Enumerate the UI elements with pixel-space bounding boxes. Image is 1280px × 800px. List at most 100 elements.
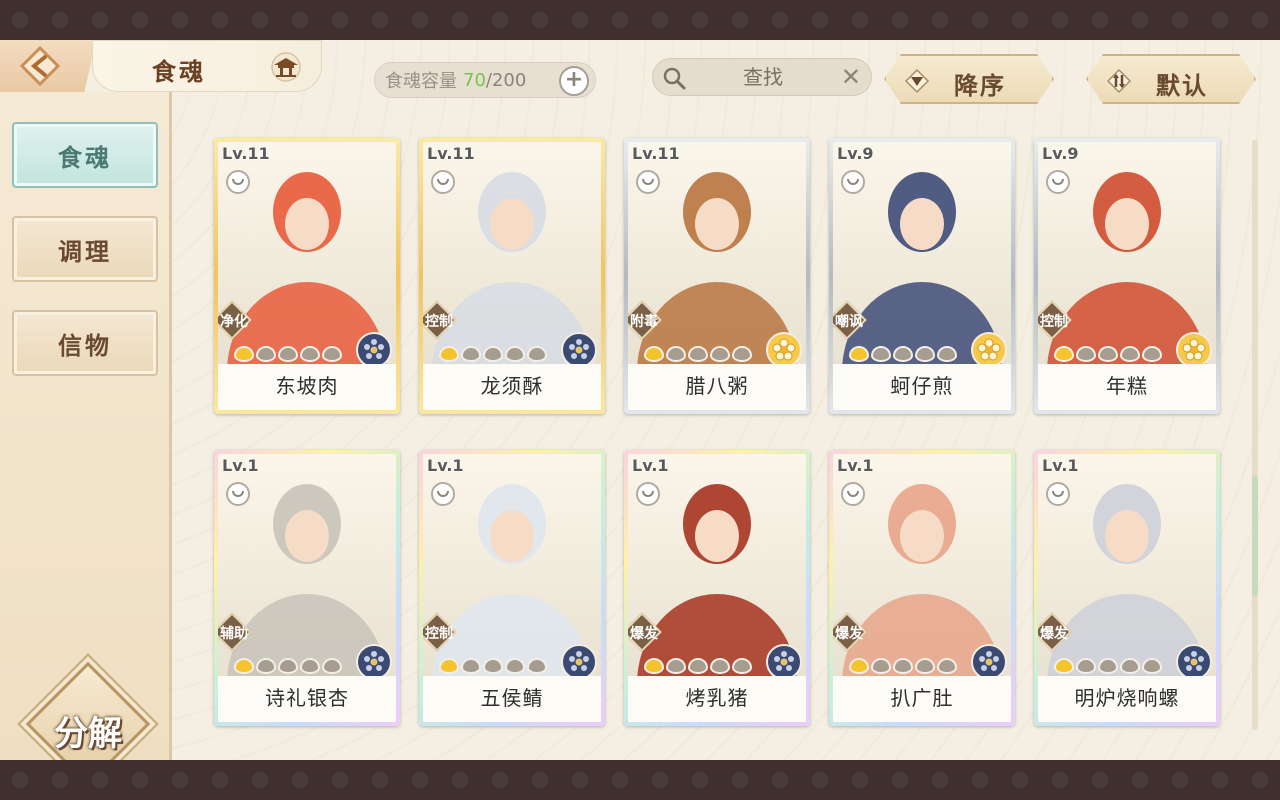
capacity-max: 200 [491,69,527,91]
star-rating [234,658,342,674]
role-badge: 控制 [423,612,457,652]
star-icon [871,346,891,362]
star-icon [710,658,730,674]
star-icon [483,346,503,362]
star-icon [688,658,708,674]
role-label: 控制 [425,626,453,642]
role-label: 嘲讽 [835,314,863,330]
card-frame: Lv.1 控制五侯鲭 [423,454,601,722]
card-frame: Lv.1 辅助 诗礼银杏 [218,454,396,722]
card-frame: Lv.11 控制 龙须酥 [423,142,601,410]
star-icon [1076,658,1096,674]
role-label: 附毒 [630,314,658,330]
card-name: 东坡肉 [218,364,396,410]
card-frame: Lv.9 控制 年糕 [1038,142,1216,410]
food-soul-card[interactable]: Lv.1 控制五侯鲭 [419,450,605,726]
flower-emblem-icon [1176,644,1212,680]
star-rating [849,346,957,362]
food-soul-card[interactable]: Lv.1 爆发 扒广肚 [829,450,1015,726]
role-label: 辅助 [220,626,248,642]
bowl-icon [226,482,250,506]
star-icon [439,658,459,674]
scrollbar[interactable] [1252,140,1258,730]
star-rating [439,346,547,362]
search-icon [663,67,686,90]
header: 食魂 食魂容量 70 / 200 + ✕ [0,40,1280,104]
flower-emblem-icon [971,644,1007,680]
star-icon [1098,346,1118,362]
food-soul-card[interactable]: Lv.11 控制 龙须酥 [419,138,605,414]
role-badge: 爆发 [628,612,662,652]
food-soul-card[interactable]: Lv.9 嘲讽 蚵仔煎 [829,138,1015,414]
star-icon [1142,346,1162,362]
back-button[interactable] [0,40,96,92]
bottom-border [0,760,1280,800]
bowl-icon [841,482,865,506]
card-frame: Lv.1 爆发 扒广肚 [833,454,1011,722]
food-soul-card[interactable]: Lv.1 辅助 诗礼银杏 [214,450,400,726]
search-box[interactable]: ✕ [652,58,872,96]
star-icon [527,658,547,674]
bowl-icon [841,170,865,194]
star-icon [278,346,298,362]
role-label: 控制 [1040,314,1068,330]
food-soul-card[interactable]: Lv.11 净化 东坡肉 [214,138,400,414]
flower-emblem-icon [561,644,597,680]
card-frame: Lv.9 嘲讽 蚵仔煎 [833,142,1011,410]
star-icon [915,346,935,362]
decompose-label: 分解 [54,714,122,754]
flower-emblem-icon [971,332,1007,368]
role-label: 净化 [220,314,248,330]
card-name: 诗礼银杏 [218,676,396,722]
star-icon [1054,658,1074,674]
tab-token[interactable]: 信物 [12,310,158,376]
card-name: 腊八粥 [628,364,806,410]
star-icon [256,346,276,362]
card-level: Lv.9 [1042,144,1079,163]
card-level: Lv.1 [427,456,464,475]
star-icon [1142,658,1162,674]
capacity-label: 食魂容量 [385,71,457,92]
flower-emblem-icon [356,332,392,368]
expand-capacity-button[interactable]: + [559,66,589,96]
star-icon [256,658,276,674]
card-name: 五侯鲭 [423,676,601,722]
search-input[interactable] [693,59,833,95]
star-icon [1120,346,1140,362]
card-name: 蚵仔煎 [833,364,1011,410]
star-rating [234,346,342,362]
star-icon [937,346,957,362]
card-frame: Lv.1 爆发 烤乳猪 [628,454,806,722]
food-soul-card[interactable]: Lv.1 爆发 明炉烧响螺 [1034,450,1220,726]
star-icon [688,346,708,362]
tab-conditioning[interactable]: 调理 [12,216,158,282]
scrollbar-thumb[interactable] [1252,476,1258,596]
food-soul-card[interactable]: Lv.9 控制 年糕 [1034,138,1220,414]
star-icon [461,658,481,674]
star-icon [666,346,686,362]
clear-search-icon[interactable]: ✕ [841,65,861,89]
role-badge: 控制 [423,300,457,340]
star-icon [915,658,935,674]
bowl-icon [636,482,660,506]
star-icon [234,658,254,674]
food-soul-card[interactable]: Lv.11 附毒 腊八粥 [624,138,810,414]
star-rating [644,346,752,362]
star-icon [234,346,254,362]
star-icon [300,658,320,674]
star-icon [732,658,752,674]
food-soul-card[interactable]: Lv.1 爆发 烤乳猪 [624,450,810,726]
sort-order-button[interactable]: 降序 [884,54,1054,104]
star-icon [644,658,664,674]
bowl-icon [1046,482,1070,506]
star-icon [1120,658,1140,674]
role-badge: 嘲讽 [833,300,867,340]
bowl-icon [431,170,455,194]
tab-food-soul[interactable]: 食魂 [12,122,158,188]
role-badge: 附毒 [628,300,662,340]
food-soul-grid: Lv.11 净化 东坡肉 Lv.11 控制 龙须酥 Lv.11 附毒 腊八粥 Lv.9 嘲讽 蚵仔煎 L… [214,138,1224,738]
card-name: 龙须酥 [423,364,601,410]
sort-default-button[interactable]: 默认 [1086,54,1256,104]
star-icon [849,346,869,362]
card-name: 烤乳猪 [628,676,806,722]
